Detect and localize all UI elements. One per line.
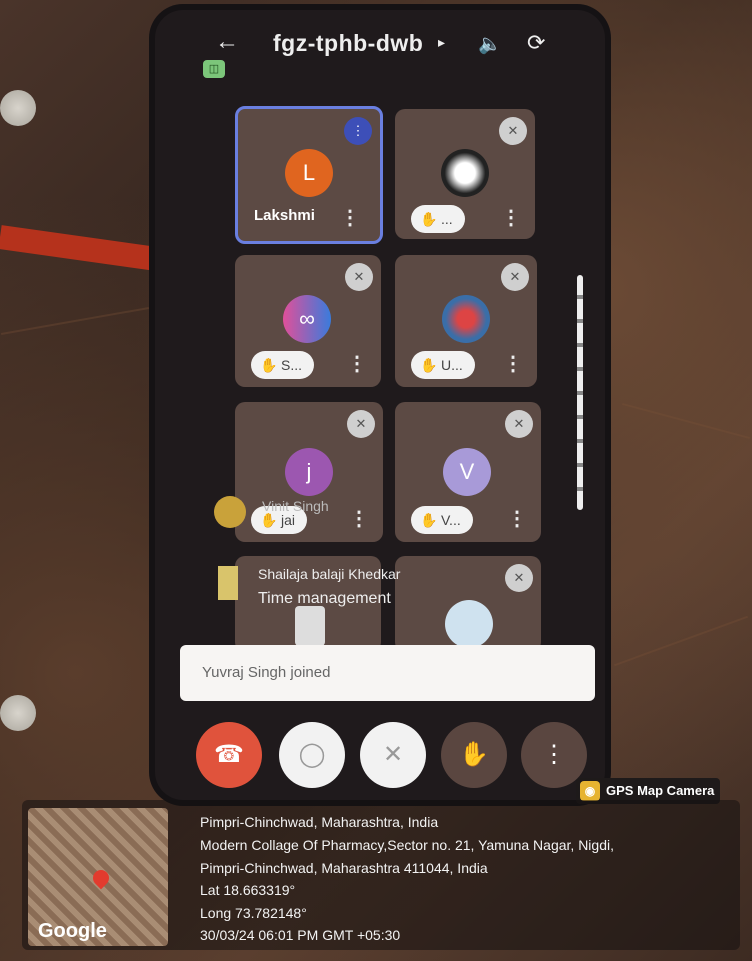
profile-photo — [442, 295, 490, 343]
participant-tile[interactable]: ✕ ∞ ✋ S... ⋮ — [235, 255, 381, 387]
mic-off-icon: ✕ — [501, 263, 529, 291]
caret-right-icon[interactable]: ▸ — [438, 34, 445, 51]
binder-hole — [0, 90, 36, 126]
geo-longitude: Long 73.782148° — [200, 905, 307, 921]
speaking-indicator-icon: ⋮ — [344, 117, 372, 145]
participant-name: U... — [441, 357, 463, 373]
raised-hand-pill: ✋ S... — [251, 351, 315, 379]
avatar: V — [443, 448, 491, 496]
hand-icon: ✋ — [420, 512, 438, 528]
participant-tile[interactable]: ✕ ✋... ⋮ — [395, 109, 535, 239]
end-call-button[interactable]: ☎ — [196, 722, 262, 788]
speaker-icon[interactable]: 🔈 — [478, 32, 502, 56]
infinity-logo: ∞ — [283, 295, 331, 343]
more-vert-icon[interactable]: ⋮ — [503, 351, 523, 376]
more-vert-icon[interactable]: ⋮ — [501, 205, 521, 230]
participant-name: ... — [441, 211, 453, 227]
geo-address-line2: Pimpri-Chinchwad, Maharashtra 411044, In… — [200, 860, 488, 876]
geo-latitude: Lat 18.663319° — [200, 882, 296, 898]
camera-switch-icon[interactable]: ⟳ — [527, 30, 545, 56]
mic-off-icon: ✕ — [345, 263, 373, 291]
chat-sender: Shailaja balaji Khedkar — [258, 566, 401, 582]
mic-off-icon: ✕ — [382, 741, 404, 768]
hand-icon: ✋ — [260, 357, 278, 373]
avatar: L — [285, 149, 333, 197]
raised-hand-pill: ✋ V... — [411, 506, 473, 534]
geo-address-line1: Modern Collage Of Pharmacy,Sector no. 21… — [200, 837, 614, 853]
participant-name: Lakshmi — [254, 207, 315, 224]
hand-icon: ✋ — [420, 357, 438, 373]
participant-tile-lakshmi[interactable]: ⋮ L Lakshmi ⋮ — [235, 106, 383, 244]
binder-hole — [0, 695, 36, 731]
arrow-left-icon[interactable]: ← — [215, 28, 239, 56]
mic-off-icon: ✕ — [505, 410, 533, 438]
hand-icon: ✋ — [420, 211, 438, 227]
more-vert-icon[interactable]: ⋮ — [507, 506, 527, 531]
more-vert-icon[interactable]: ⋮ — [340, 205, 360, 230]
scroll-indicator[interactable] — [577, 275, 583, 510]
mic-off-icon: ✕ — [505, 564, 533, 592]
camera-off-icon: ◯ — [298, 741, 326, 768]
more-vert-icon[interactable]: ⋮ — [349, 506, 369, 531]
meet-header: ← fgz-tphb-dwb ▸ 🔈 ⟳ — [155, 22, 605, 62]
avatar — [214, 496, 246, 528]
split-view-icon[interactable]: ◫ — [203, 60, 225, 78]
participant-tile[interactable]: ✕ ✋ U... ⋮ — [395, 255, 537, 387]
participant-name: S... — [281, 357, 303, 373]
hand-icon: ✋ — [459, 741, 489, 768]
join-toast: Yuvraj Singh joined — [180, 645, 595, 701]
avatar — [218, 566, 238, 600]
more-vert-icon: ⋮ — [542, 741, 566, 768]
gps-badge-label: GPS Map Camera — [606, 783, 715, 798]
map-thumbnail: Google — [28, 808, 168, 946]
participant-tile[interactable]: ✕ j ✋ jai ⋮ — [235, 402, 383, 542]
raise-hand-button[interactable]: ✋ — [441, 722, 507, 788]
participant-name: jai — [281, 512, 296, 528]
phone-hangup-icon: ☎ — [214, 741, 244, 768]
geo-timestamp: 30/03/24 06:01 PM GMT +05:30 — [200, 927, 401, 943]
raised-hand-pill: ✋... — [411, 205, 465, 233]
participant-name: V... — [441, 512, 461, 528]
gps-camera-icon: ◉ — [580, 781, 600, 801]
mic-off-icon: ✕ — [499, 117, 527, 145]
profile-photo — [295, 606, 325, 646]
mic-off-icon: ✕ — [347, 410, 375, 438]
profile-photo — [441, 149, 489, 197]
avatar: j — [285, 448, 333, 496]
map-pin-icon — [89, 866, 113, 890]
meeting-code[interactable]: fgz-tphb-dwb — [273, 30, 423, 57]
overlay-name: Vinit Singh — [262, 498, 329, 514]
geo-stamp: Google Pimpri-Chinchwad, Maharashtra, In… — [22, 800, 740, 950]
raised-hand-pill: ✋ U... — [411, 351, 475, 379]
mic-toggle-button[interactable]: ✕ — [360, 722, 426, 788]
geo-city: Pimpri-Chinchwad, Maharashtra, India — [200, 814, 439, 830]
doctor-photo — [445, 600, 493, 648]
participant-tile[interactable]: ✕ V ✋ V... ⋮ — [395, 402, 541, 542]
chat-text: Time management — [258, 590, 391, 607]
camera-toggle-button[interactable]: ◯ — [279, 722, 345, 788]
participant-tile[interactable]: ✕ — [395, 556, 541, 652]
more-vert-icon[interactable]: ⋮ — [347, 351, 367, 376]
google-logo: Google — [38, 920, 107, 942]
